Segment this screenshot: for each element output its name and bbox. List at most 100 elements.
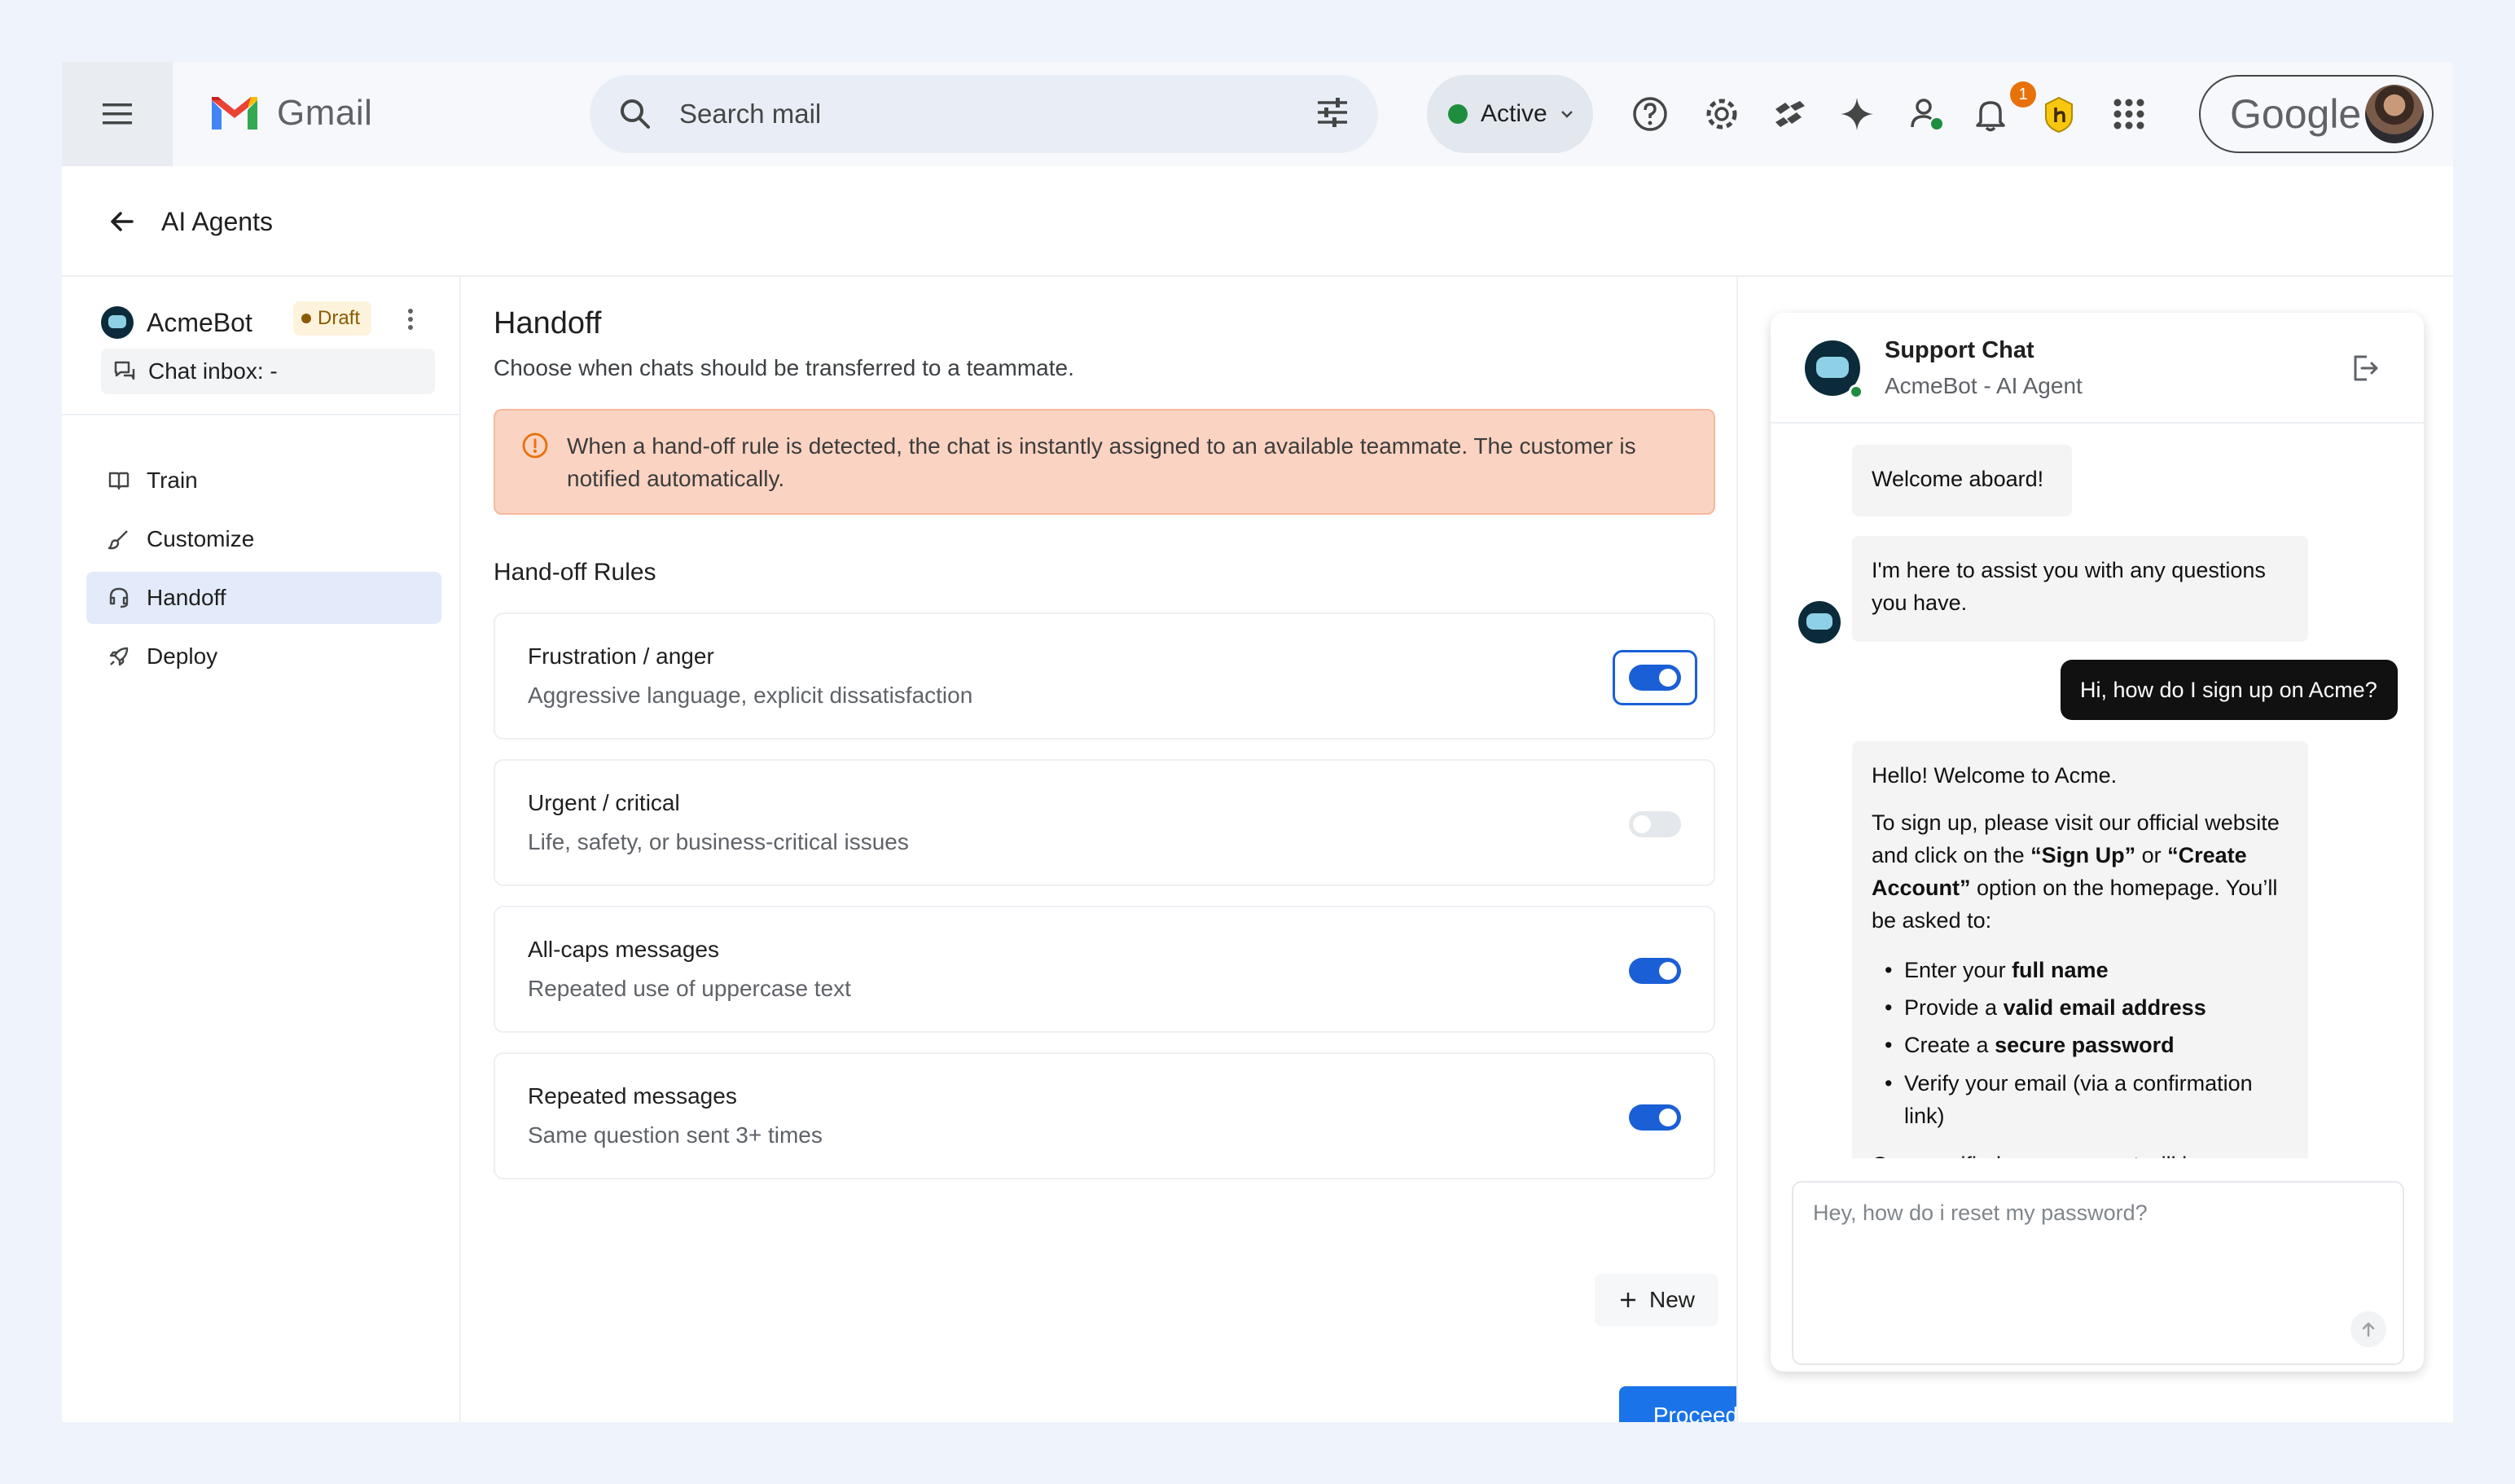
message-text: Verify your email (via a confirmation li…	[1904, 1071, 2253, 1128]
arrow-up-icon	[2362, 1322, 2375, 1337]
rule-toggle[interactable]	[1629, 1104, 1681, 1131]
message-text: I'm here to assist you with any question…	[1872, 558, 2266, 615]
help-icon[interactable]	[1627, 91, 1673, 137]
search-input[interactable]: Search mail	[679, 75, 821, 153]
app-frame: Gmail Search mail Active 1 Google AI Age…	[62, 62, 2453, 1422]
search-icon	[621, 99, 650, 129]
info-alert: When a hand-off rule is detected, the ch…	[494, 409, 1715, 515]
rule-card: Repeated messages Same question sent 3+ …	[494, 1052, 1715, 1179]
bot-avatar-icon	[1798, 601, 1841, 643]
user-message: Hi, how do I sign up on Acme?	[2061, 660, 2398, 720]
info-circle-icon	[522, 432, 548, 459]
bot-name: AcmeBot	[147, 307, 252, 337]
hamburger-icon	[103, 103, 132, 125]
message-text: Hello! Welcome to Acme.	[1872, 763, 2118, 788]
rule-toggle-focus-ring	[1613, 650, 1697, 705]
rule-description: Repeated use of uppercase text	[528, 976, 851, 1001]
list-item: Create a secure password	[1885, 1026, 2289, 1064]
send-button[interactable]	[2350, 1311, 2386, 1347]
chat-inbox-selector[interactable]: Chat inbox: -	[101, 349, 435, 394]
message-text: Welcome aboard!	[1872, 467, 2044, 491]
message-bold: valid email address	[2003, 995, 2206, 1020]
sidebar-item-deploy[interactable]: Deploy	[86, 630, 441, 683]
rule-toggle[interactable]	[1629, 665, 1681, 691]
message-bold: full name	[2012, 958, 2109, 982]
sidebar-item-label: Customize	[147, 526, 255, 551]
plus-icon	[1620, 1293, 1635, 1307]
gmail-m-icon	[212, 97, 257, 130]
rocket-icon	[109, 647, 129, 666]
section-subtitle: Choose when chats should be transferred …	[494, 355, 1074, 380]
status-label: Active	[1481, 100, 1547, 127]
message-list[interactable]: Welcome aboard! I'm here to assist you w…	[1771, 425, 2424, 1158]
rule-description: Aggressive language, explicit dissatisfa…	[528, 683, 973, 708]
agent-sidebar: AcmeBot Draft Chat inbox: - Train Custom…	[62, 277, 461, 1422]
bot-identity: AcmeBot	[101, 305, 435, 340]
chat-header: Support Chat AcmeBot - AI Agent	[1771, 313, 2424, 424]
support-chat-widget: Support Chat AcmeBot - AI Agent Welcome …	[1771, 313, 2424, 1372]
filter-options-icon[interactable]	[1313, 93, 1352, 132]
sidebar-item-label: Train	[147, 468, 198, 493]
toggle-knob	[1659, 669, 1677, 687]
chat-subtitle: AcmeBot - AI Agent	[1885, 373, 2083, 398]
toggle-knob	[1659, 1109, 1677, 1126]
message-text: Enter your	[1904, 958, 2012, 982]
rule-title: All-caps messages	[528, 937, 719, 962]
bot-message: I'm here to assist you with any question…	[1852, 536, 2308, 642]
rule-card: All-caps messages Repeated use of upperc…	[494, 906, 1715, 1033]
book-icon	[108, 472, 129, 490]
toggle-knob	[1659, 962, 1677, 980]
chevron-down-icon	[1560, 111, 1573, 118]
main-menu-button[interactable]	[62, 62, 173, 166]
rule-card: Frustration / anger Aggressive language,…	[494, 612, 1715, 740]
sidebar-item-train[interactable]: Train	[86, 454, 441, 507]
online-indicator	[1849, 384, 1863, 399]
google-account-button[interactable]: Google	[2199, 75, 2434, 153]
rule-title: Frustration / anger	[528, 643, 714, 669]
apps-grid-icon[interactable]	[2106, 91, 2152, 137]
shield-extension-icon[interactable]	[2036, 91, 2082, 137]
back-arrow-icon[interactable]	[108, 207, 137, 236]
draft-dot	[301, 314, 311, 323]
settings-gear-icon[interactable]	[1699, 91, 1745, 137]
google-wordmark: Google	[2230, 91, 2362, 137]
rule-description: Life, safety, or business-critical issue…	[528, 829, 909, 854]
rule-toggle[interactable]	[1629, 958, 1681, 984]
message-paragraph: To sign up, please visit our official we…	[1872, 806, 2289, 937]
search-bar[interactable]: Search mail	[590, 75, 1378, 153]
alert-text: When a hand-off rule is detected, the ch…	[567, 433, 1636, 491]
chat-title: Support Chat	[1885, 337, 2034, 363]
contact-status-icon[interactable]	[1904, 91, 1950, 137]
apps-script-icon[interactable]	[1767, 91, 1813, 137]
rules-heading: Hand-off Rules	[494, 559, 656, 586]
sidebar-divider	[62, 414, 461, 415]
section-title: Handoff	[494, 306, 602, 340]
gemini-sparkle-icon[interactable]	[1834, 91, 1880, 137]
account-avatar	[2365, 85, 2424, 143]
gmail-logo[interactable]: Gmail	[208, 93, 372, 134]
sidebar-item-handoff[interactable]: Handoff	[86, 572, 441, 624]
exit-chat-icon[interactable]	[2349, 352, 2381, 384]
more-options-icon[interactable]	[402, 305, 419, 334]
rule-card: Urgent / critical Life, safety, or busin…	[494, 759, 1715, 886]
composer-placeholder: Hey, how do i reset my password?	[1813, 1201, 2148, 1225]
bot-avatar-icon	[101, 306, 134, 339]
list-item: Provide a valid email address	[1885, 989, 2289, 1026]
page-title: AI Agents	[161, 207, 273, 236]
status-selector[interactable]: Active	[1427, 75, 1593, 153]
signup-steps-list: Enter your full name Provide a valid ema…	[1872, 951, 2289, 1132]
message-text: or	[2135, 843, 2168, 867]
message-text: Create a	[1904, 1033, 1995, 1057]
message-bold: secure password	[1995, 1033, 2175, 1057]
bot-message: Welcome aboard!	[1852, 445, 2072, 516]
draft-label: Draft	[318, 307, 361, 329]
rule-toggle[interactable]	[1629, 811, 1681, 837]
sidebar-item-customize[interactable]: Customize	[86, 513, 441, 565]
new-rule-label: New	[1648, 1287, 1695, 1312]
notifications-bell-icon[interactable]	[1968, 91, 2013, 137]
message-text: Hi, how do I sign up on Acme?	[2080, 678, 2377, 702]
rule-title: Repeated messages	[528, 1083, 737, 1109]
new-rule-button[interactable]: New	[1595, 1274, 1718, 1326]
message-composer[interactable]: Hey, how do i reset my password?	[1792, 1181, 2404, 1365]
brush-icon	[108, 530, 128, 550]
